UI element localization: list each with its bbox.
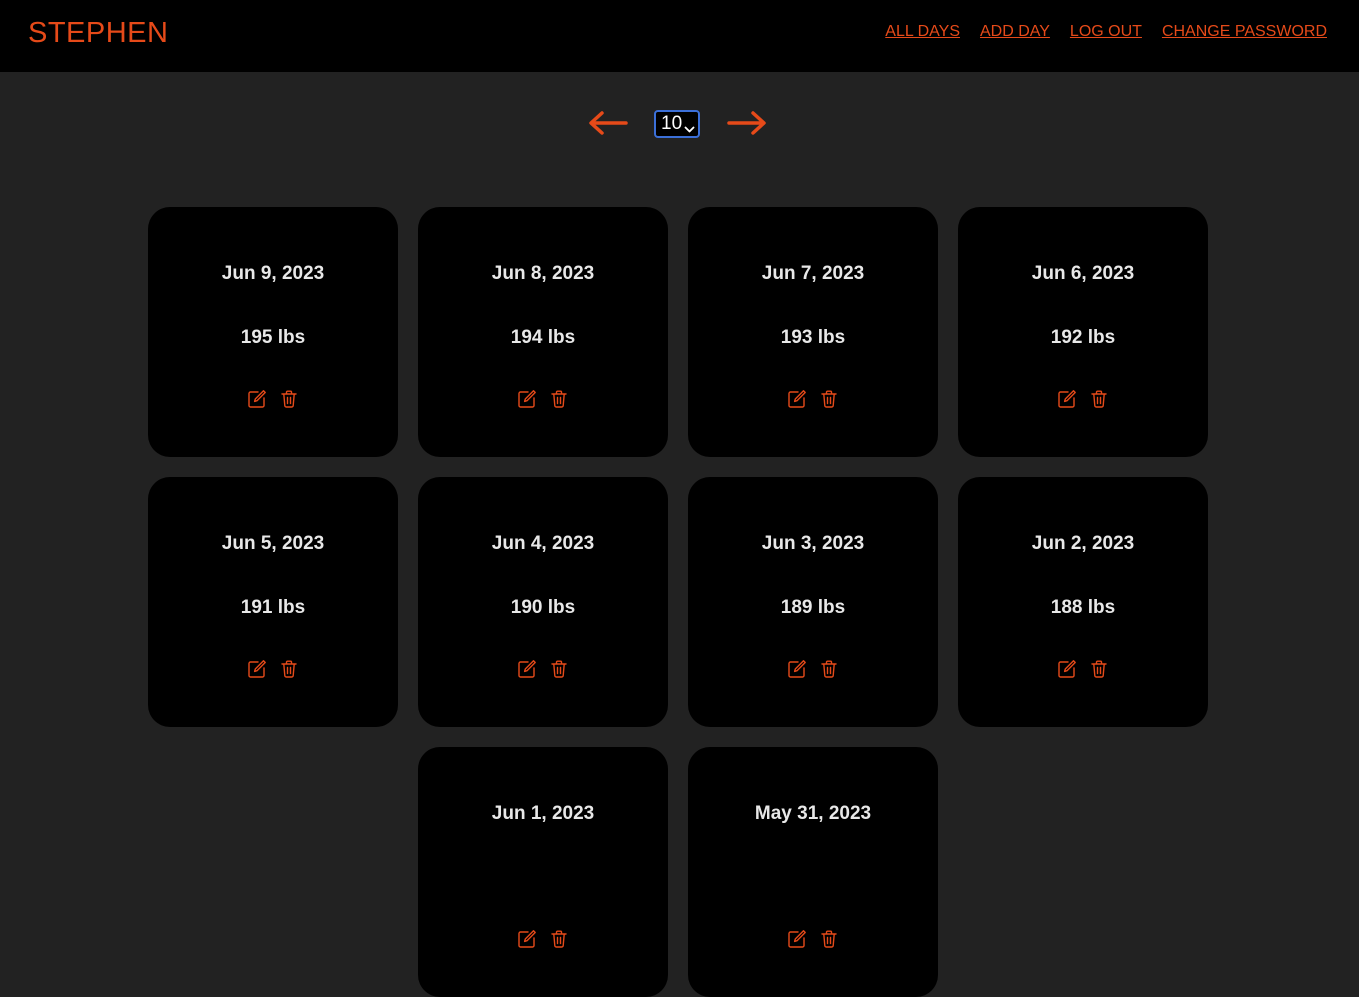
brand-name[interactable]: STEPHEN [28,16,168,50]
day-weight: 194 lbs [510,327,576,348]
arrow-left-icon[interactable] [588,108,628,143]
trash-icon[interactable] [1089,659,1109,679]
day-date: Jun 3, 2023 [761,533,865,554]
day-weight: 191 lbs [240,597,306,618]
edit-icon[interactable] [247,659,267,679]
arrow-right-icon[interactable] [727,108,767,143]
day-actions [418,659,668,679]
trash-icon[interactable] [549,929,569,949]
edit-icon[interactable] [787,659,807,679]
nav-all-days-link[interactable]: ALL DAYS [885,22,960,42]
edit-icon[interactable] [517,929,537,949]
trash-icon[interactable] [819,929,839,949]
day-actions [688,659,938,679]
day-weight: 190 lbs [510,597,576,618]
day-card: Jun 2, 2023 188 lbs [958,477,1208,727]
day-weight: 192 lbs [1050,327,1116,348]
day-weight: 189 lbs [780,597,846,618]
edit-icon[interactable] [787,389,807,409]
day-date: Jun 2, 2023 [1031,533,1135,554]
day-actions [688,389,938,409]
edit-icon[interactable] [517,389,537,409]
edit-icon[interactable] [247,389,267,409]
day-card: Jun 5, 2023 191 lbs [148,477,398,727]
day-card: Jun 1, 2023 [418,747,668,997]
edit-icon[interactable] [787,929,807,949]
day-card: Jun 7, 2023 193 lbs [688,207,938,457]
day-date: Jun 1, 2023 [491,803,595,824]
nav-add-day-link[interactable]: ADD DAY [980,22,1050,42]
nav-links: ALL DAYS ADD DAY LOG OUT CHANGE PASSWORD [885,22,1327,42]
nav-change-password-link[interactable]: CHANGE PASSWORD [1162,22,1327,42]
edit-icon[interactable] [1057,659,1077,679]
day-actions [148,659,398,679]
trash-icon[interactable] [819,659,839,679]
day-actions [148,389,398,409]
day-weight: 193 lbs [780,327,846,348]
day-date: Jun 4, 2023 [491,533,595,554]
day-date: May 31, 2023 [754,803,872,824]
top-nav-bar: STEPHEN ALL DAYS ADD DAY LOG OUT CHANGE … [0,0,1359,72]
day-card: Jun 8, 2023 194 lbs [418,207,668,457]
day-actions [418,389,668,409]
day-date: Jun 9, 2023 [221,263,325,284]
edit-icon[interactable] [517,659,537,679]
day-date: Jun 6, 2023 [1031,263,1135,284]
day-date: Jun 8, 2023 [491,263,595,284]
day-actions [418,929,668,949]
trash-icon[interactable] [549,659,569,679]
day-actions [958,659,1208,679]
day-date: Jun 7, 2023 [761,263,865,284]
day-weight: 188 lbs [1050,597,1116,618]
trash-icon[interactable] [279,389,299,409]
day-actions [958,389,1208,409]
day-card: Jun 4, 2023 190 lbs [418,477,668,727]
day-actions [688,929,938,949]
trash-icon[interactable] [549,389,569,409]
page-size-select[interactable]: 10 [654,110,700,138]
trash-icon[interactable] [819,389,839,409]
trash-icon[interactable] [279,659,299,679]
day-card: Jun 3, 2023 189 lbs [688,477,938,727]
chevron-down-icon [684,118,695,142]
page-size-value: 10 [661,113,683,134]
nav-log-out-link[interactable]: LOG OUT [1070,22,1142,42]
day-card: Jun 6, 2023 192 lbs [958,207,1208,457]
day-card: May 31, 2023 [688,747,938,997]
day-date: Jun 5, 2023 [221,533,325,554]
trash-icon[interactable] [1089,389,1109,409]
pagination-controls: 10 [0,104,1359,144]
day-card: Jun 9, 2023 195 lbs [148,207,398,457]
edit-icon[interactable] [1057,389,1077,409]
day-weight: 195 lbs [240,327,306,348]
